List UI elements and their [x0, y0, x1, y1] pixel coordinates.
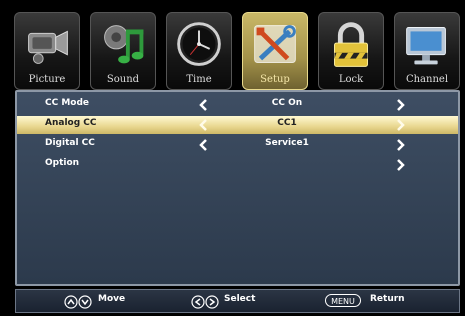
- tab-setup[interactable]: Setup: [242, 12, 308, 90]
- row-value: CC1: [277, 118, 297, 128]
- tab-label: Lock: [338, 74, 364, 85]
- tools-icon: [254, 25, 296, 63]
- cc-settings-panel: CC Mode CC On Analog CC CC1 Digital CC S…: [15, 90, 460, 286]
- tab-label: Sound: [106, 74, 140, 85]
- setup-menu-screen: Picture Sound Time Setup Lock Channel CC…: [0, 0, 465, 316]
- tab-label: Channel: [405, 74, 449, 85]
- menu-row-option[interactable]: Option: [17, 156, 458, 174]
- main-menu-tabs: Picture Sound Time Setup Lock Channel: [14, 12, 460, 90]
- left-right-keys-icon: [191, 295, 219, 309]
- padlock-icon: [334, 22, 368, 67]
- tab-lock[interactable]: Lock: [318, 12, 384, 90]
- hint-select: Select: [224, 294, 256, 304]
- hint-move: Move: [98, 294, 126, 304]
- hint-return: Return: [370, 294, 405, 304]
- monitor-icon: [406, 27, 446, 65]
- camcorder-icon: [28, 30, 68, 64]
- tab-label: Time: [186, 74, 212, 85]
- music-note-icon: [104, 25, 144, 64]
- row-label: Digital CC: [45, 138, 95, 148]
- tab-picture[interactable]: Picture: [14, 12, 80, 90]
- tab-label: Setup: [260, 74, 290, 85]
- menu-key-icon: MENU: [325, 294, 361, 307]
- chevron-right-icon[interactable]: [393, 136, 407, 154]
- menu-row-cc-mode[interactable]: CC Mode CC On: [17, 96, 458, 114]
- row-label: CC Mode: [45, 98, 90, 108]
- key-hint-bar: Move Select MENU Return: [15, 289, 460, 313]
- tab-time[interactable]: Time: [166, 12, 232, 90]
- tab-channel[interactable]: Channel: [394, 12, 460, 90]
- up-down-keys-icon: [64, 295, 92, 309]
- row-value: CC On: [271, 98, 303, 108]
- chevron-right-icon[interactable]: [393, 116, 407, 134]
- clock-icon: [177, 22, 221, 66]
- chevron-left-icon[interactable]: [197, 136, 211, 154]
- row-value: Service1: [265, 138, 309, 148]
- chevron-right-icon[interactable]: [393, 156, 407, 174]
- menu-row-digital-cc[interactable]: Digital CC Service1: [17, 136, 458, 154]
- row-label: Analog CC: [45, 118, 97, 128]
- chevron-left-icon[interactable]: [197, 116, 211, 134]
- chevron-right-icon[interactable]: [393, 96, 407, 114]
- row-label: Option: [45, 158, 80, 168]
- chevron-left-icon[interactable]: [197, 96, 211, 114]
- tab-label: Picture: [28, 74, 66, 85]
- menu-row-analog-cc[interactable]: Analog CC CC1: [17, 116, 458, 134]
- tab-sound[interactable]: Sound: [90, 12, 156, 90]
